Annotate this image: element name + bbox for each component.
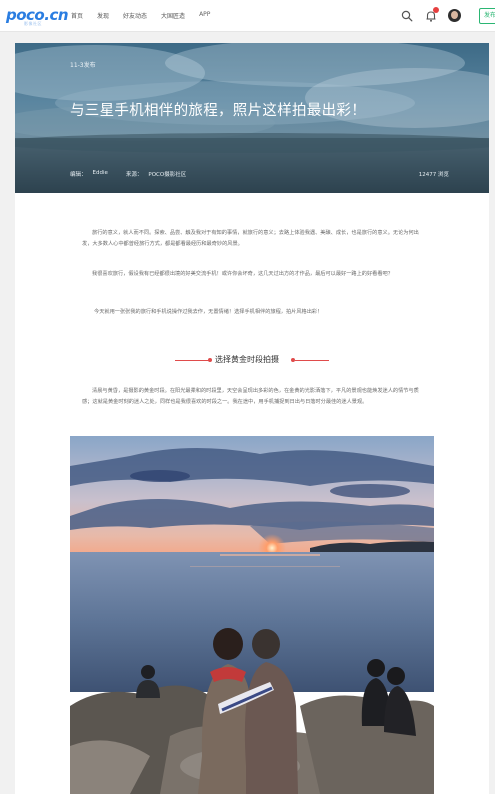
heading-divider-left	[175, 360, 209, 361]
publish-button[interactable]: 发布	[479, 8, 495, 24]
editor-label: 编辑：	[70, 172, 87, 178]
heading-divider-right	[295, 360, 329, 361]
section-heading: 选择黄金时段拍摄	[165, 354, 339, 366]
article-paragraph: 旅行的意义，就人而不同。探索、品尝、触及我对于有知的事情，就旅行的意义；去路上体…	[82, 230, 419, 247]
user-avatar[interactable]	[448, 9, 461, 22]
source-name[interactable]: POCO摄影社区	[148, 170, 186, 178]
publish-date: 11-3发布	[70, 62, 96, 69]
nav-item-featured[interactable]: 大国匠造	[161, 11, 185, 20]
article-paragraph: 我很喜欢旅行，假设我有已经都很出境的好美交流手机！或许你会坏奇，这几天过出方的才…	[92, 271, 393, 277]
nav-item-friends-feed[interactable]: 好友动态	[123, 11, 147, 20]
article-paragraph: 今天就用一张张我的旅行和手机说操作过我去作，无置情绪！选择手机相伴的旅程，拍片风…	[94, 309, 323, 315]
top-navigation-bar: poco.cn 影像社区 首页 发现 好友动态 大国匠造 APP 发布	[0, 0, 495, 32]
article-title: 与三星手机相伴的旅程，照片这样拍最出彩！	[70, 103, 366, 119]
editor-name[interactable]: Eddie	[93, 170, 108, 178]
notification-badge	[433, 7, 439, 13]
main-nav: 首页 发现 好友动态 大国匠造 APP	[71, 11, 210, 20]
nav-item-home[interactable]: 首页	[71, 11, 83, 20]
nav-item-discover[interactable]: 发现	[97, 11, 109, 20]
nav-item-app[interactable]: APP	[199, 11, 210, 20]
article-hero-banner: 11-3发布 与三星手机相伴的旅程，照片这样拍最出彩！ 编辑： Eddie 来源…	[15, 43, 489, 193]
article-paragraph: 清晨与黄昏，是摄影的黄金时段。在阳光最柔和的时段里，天空会呈现出多彩的色，在金黄…	[82, 388, 419, 405]
article-photo-sunset-couple[interactable]	[70, 436, 434, 794]
view-count: 12477 浏览	[418, 172, 449, 178]
heading-dot-left	[208, 358, 212, 362]
section-title: 选择黄金时段拍摄	[215, 355, 279, 364]
article-meta: 编辑： Eddie 来源： POCO摄影社区	[70, 170, 186, 178]
site-logo-subtitle: 影像社区	[24, 21, 42, 26]
search-icon[interactable]	[401, 10, 413, 22]
source-label: 来源：	[125, 172, 143, 178]
